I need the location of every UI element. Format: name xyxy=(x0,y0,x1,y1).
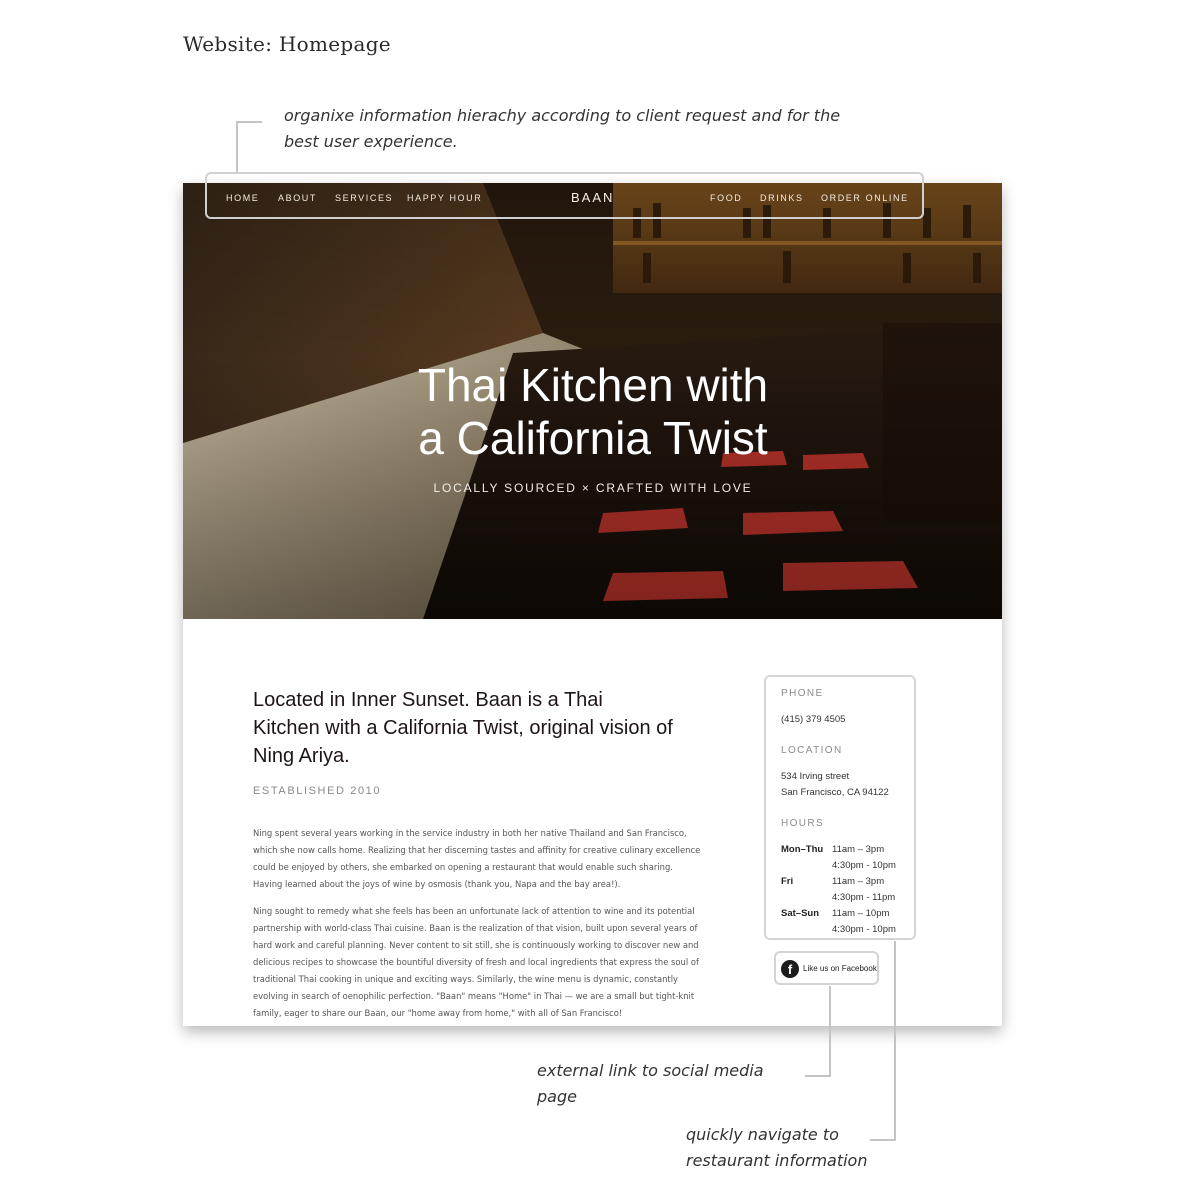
annotation-connector xyxy=(236,121,238,173)
location-heading: LOCATION xyxy=(781,745,843,756)
facebook-like-button[interactable]: f Like us on Facebook xyxy=(774,951,879,985)
hours-time: 4:30pm - 11pm xyxy=(832,892,896,903)
about-paragraph: Ning sought to remedy what she feels has… xyxy=(253,906,699,1018)
hero-section: HOME ABOUT SERVICES HAPPY HOUR BAAN FOOD… xyxy=(183,183,1002,619)
annotation-connector xyxy=(894,941,896,1141)
annotation-connector xyxy=(829,986,831,1077)
annotation-information-hierarchy: organixe information hierachy according … xyxy=(284,106,841,151)
restaurant-info-card: PHONE (415) 379 4505 LOCATION 534 Irving… xyxy=(764,675,916,940)
hours-time: 11am – 3pm xyxy=(832,876,885,887)
navigation-highlight-frame xyxy=(205,172,924,219)
hero-title-line: Thai Kitchen with xyxy=(417,359,769,411)
intro-headline: Located in Inner Sunset. Baan is a Thai … xyxy=(253,689,673,767)
facebook-icon: f xyxy=(781,960,799,978)
annotation-connector xyxy=(236,121,262,123)
phone-heading: PHONE xyxy=(781,688,824,699)
address-line[interactable]: San Francisco, CA 94122 xyxy=(781,785,889,801)
hours-day: Fri xyxy=(781,876,794,887)
hours-time: 11am – 10pm xyxy=(832,908,890,919)
hours-time: 4:30pm - 10pm xyxy=(832,924,896,935)
phone-number[interactable]: (415) 379 4505 xyxy=(781,712,845,728)
hours-day: Mon–Thu xyxy=(781,844,824,855)
annotation-restaurant-info: quickly navigate to restaurant informati… xyxy=(686,1125,868,1170)
annotation-social-link: external link to social media page xyxy=(537,1061,764,1106)
hero-title-line: a California Twist xyxy=(418,412,768,464)
hero-title: Thai Kitchen with a California Twist xyxy=(343,359,843,465)
hours-heading: HOURS xyxy=(781,818,825,829)
website-mockup: HOME ABOUT SERVICES HAPPY HOUR BAAN FOOD… xyxy=(183,183,1002,1026)
hours-time: 4:30pm - 10pm xyxy=(832,860,896,871)
about-paragraph: Ning spent several years working in the … xyxy=(253,828,701,889)
facebook-like-label: Like us on Facebook xyxy=(803,964,877,973)
hours-day: Sat–Sun xyxy=(781,908,820,919)
hero-subtitle: LOCALLY SOURCED × CRAFTED WITH LOVE xyxy=(433,481,753,495)
established-label: ESTABLISHED 2010 xyxy=(253,785,382,797)
address-line[interactable]: 534 Irving street xyxy=(781,769,849,785)
sheet-title: Website: Homepage xyxy=(183,32,391,56)
annotation-connector xyxy=(805,1075,831,1077)
hours-time: 11am – 3pm xyxy=(832,844,885,855)
